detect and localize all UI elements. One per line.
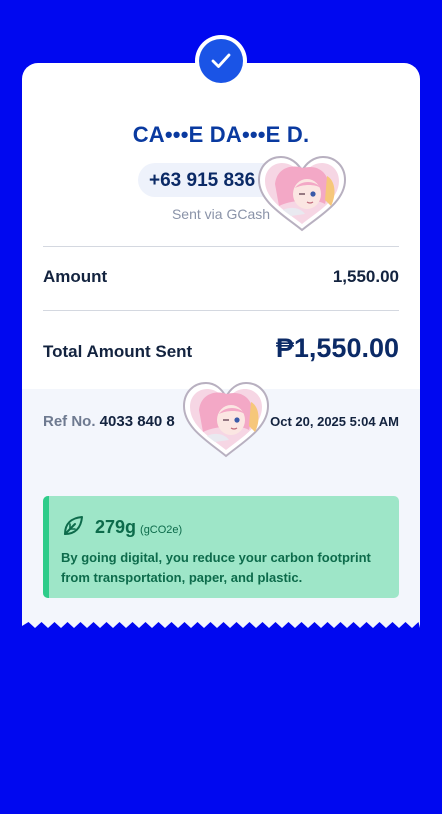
- recipient-name: CA•••E DA•••E D.: [132, 122, 310, 147]
- carbon-message: By going digital, you reduce your carbon…: [61, 550, 371, 585]
- heart-portrait-sticker: [182, 381, 270, 458]
- divider: [43, 246, 399, 247]
- carbon-unit: (gCO2e): [140, 524, 183, 536]
- success-check-badge: [195, 35, 247, 87]
- recipient-phone: +63 915 836: [149, 170, 256, 191]
- sent-via-label: Sent via GCash: [171, 206, 271, 222]
- checkmark-icon: [199, 39, 243, 83]
- receipt-torn-edge: [22, 622, 420, 632]
- amount-value: 1,550.00: [332, 267, 399, 286]
- reference-label: Ref No.: [43, 413, 96, 430]
- leaf-icon: [61, 514, 85, 543]
- heart-portrait-sticker: [257, 155, 347, 232]
- amount-label: Amount: [43, 267, 108, 286]
- reference-row: Ref No. 4033 840 8: [43, 413, 175, 430]
- total-amount-label: Total Amount Sent: [43, 342, 193, 361]
- transaction-timestamp: Oct 20, 2025 5:04 AM: [270, 414, 399, 429]
- divider: [43, 310, 399, 311]
- total-amount-value: ₱1,550.00: [275, 333, 399, 363]
- carbon-accent-bar: [43, 496, 49, 598]
- carbon-amount: 279g (gCO2e): [95, 517, 182, 538]
- reference-number[interactable]: 4033 840 8: [100, 413, 175, 430]
- carbon-amount-value: 279g: [95, 517, 137, 537]
